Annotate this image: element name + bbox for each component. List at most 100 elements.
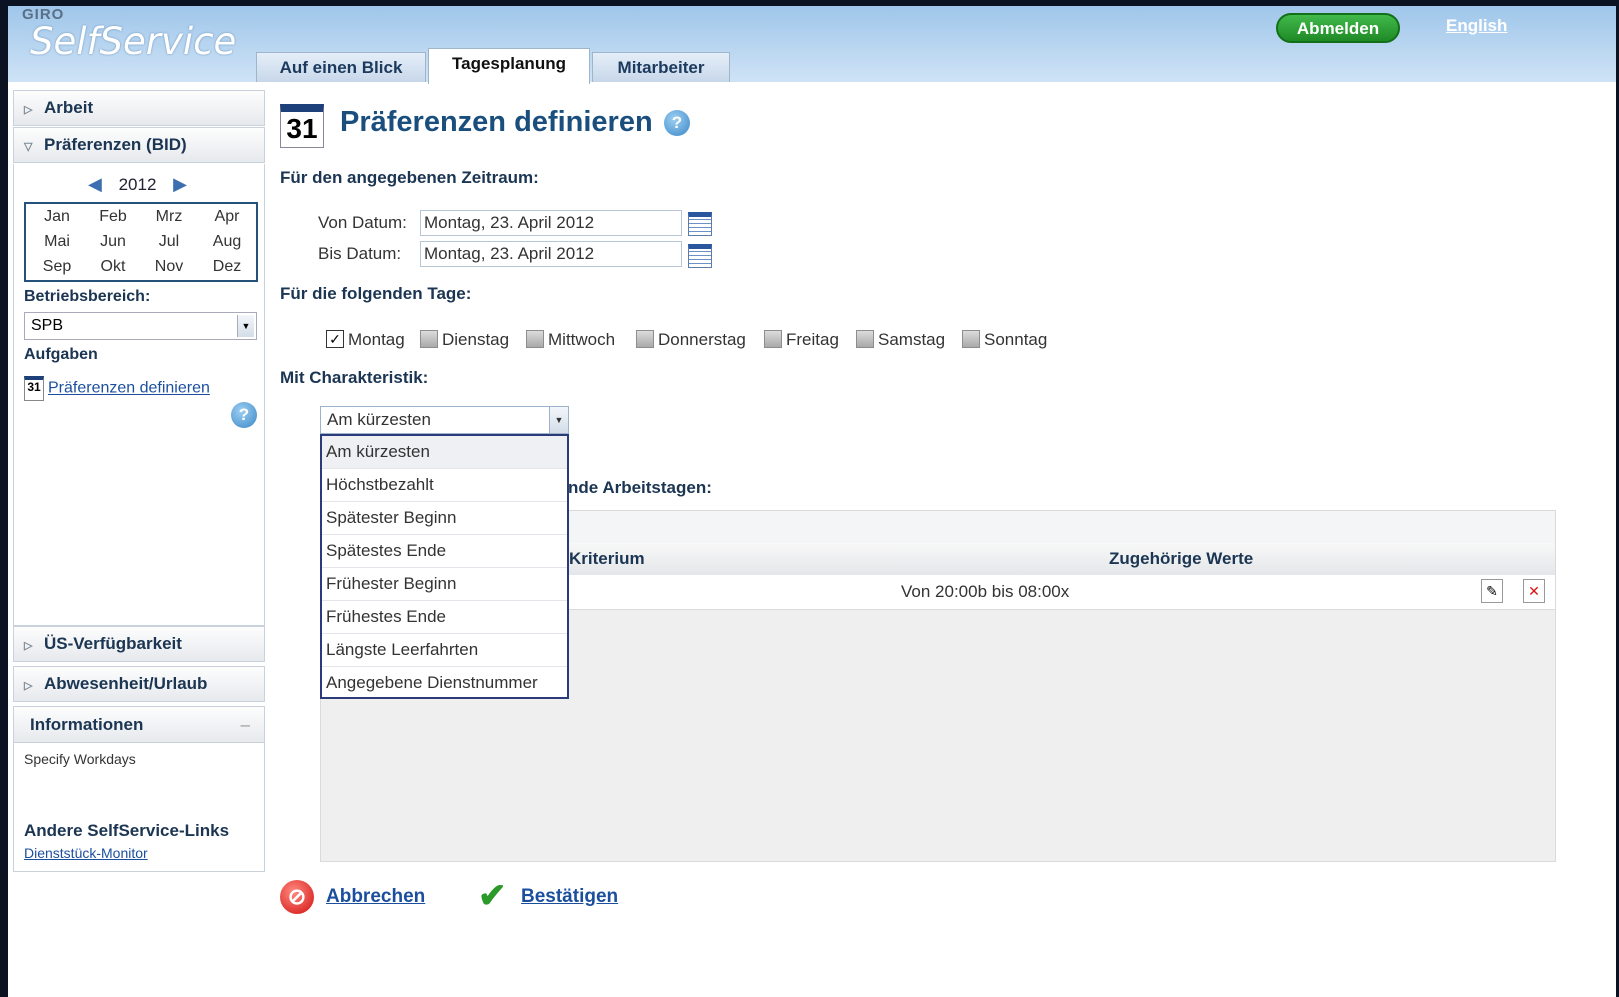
day-checkbox-mittwoch[interactable]: Mittwoch (526, 330, 615, 350)
dienststueck-monitor-link[interactable]: Dienststück-Monitor (24, 845, 148, 861)
month-okt[interactable]: Okt (88, 258, 138, 276)
month-jul[interactable]: Jul (144, 233, 194, 251)
dropdown-option[interactable]: Frühester Beginn (322, 568, 567, 601)
month-jun[interactable]: Jun (88, 233, 138, 251)
prev-year-icon[interactable]: ◀ (88, 174, 102, 194)
day-checkbox-dienstag[interactable]: Dienstag (420, 330, 509, 350)
checkbox-checked-icon[interactable]: ✓ (326, 330, 344, 348)
accordion-praeferenzen[interactable]: ▽ Präferenzen (BID) (13, 127, 265, 163)
tab-auf-einen-blick[interactable]: Auf einen Blick (256, 52, 426, 82)
month-jan[interactable]: Jan (32, 208, 82, 226)
app-header: GIRO SelfService Auf einen Blick Tagespl… (8, 6, 1616, 84)
column-zugehoerige-werte[interactable]: Zugehörige Werte (1109, 549, 1253, 569)
checkbox-icon[interactable] (764, 330, 782, 348)
dropdown-option[interactable]: Frühestes Ende (322, 601, 567, 634)
day-checkbox-donnerstag[interactable]: Donnerstag (636, 330, 746, 350)
expand-triangle-icon: ▷ (24, 680, 33, 692)
year-label: 2012 (118, 175, 157, 194)
expand-triangle-icon: ▷ (24, 640, 33, 652)
dropdown-option[interactable]: Längste Leerfahrten (322, 634, 567, 667)
next-year-icon[interactable]: ▶ (173, 174, 187, 194)
day-label: Sonntag (984, 330, 1048, 349)
month-apr[interactable]: Apr (202, 208, 252, 226)
accordion-label: Abwesenheit/Urlaub (44, 674, 208, 693)
task-link-label: Präferenzen definieren (48, 379, 210, 397)
confirm-button[interactable]: Bestätigen (521, 886, 618, 908)
month-aug[interactable]: Aug (202, 233, 252, 251)
dropdown-option[interactable]: Angegebene Dienstnummer (322, 667, 567, 700)
betriebsbereich-label: Betriebsbereich: (24, 288, 151, 305)
calendar-icon: 31 (24, 376, 44, 401)
section-arbeitstage-label: nde Arbeitstagen: (568, 478, 712, 497)
checkbox-icon[interactable] (636, 330, 654, 348)
day-checkbox-sonntag[interactable]: Sonntag (962, 330, 1047, 350)
column-kriterium[interactable]: Kriterium (569, 549, 645, 569)
dropdown-option[interactable]: Am kürzesten (322, 436, 567, 469)
charakteristik-select[interactable]: Am kürzesten ▼ (320, 406, 569, 434)
day-label: Freitag (786, 330, 839, 349)
day-label: Montag (348, 330, 405, 349)
month-sep[interactable]: Sep (32, 258, 82, 276)
accordion-arbeit[interactable]: ▷ Arbeit (13, 90, 265, 126)
delete-icon[interactable]: ✕ (1523, 579, 1545, 603)
help-icon[interactable]: ? (231, 402, 257, 428)
tab-tagesplanung[interactable]: Tagesplanung (428, 48, 590, 84)
collapse-triangle-icon: ▽ (24, 141, 33, 153)
month-feb[interactable]: Feb (88, 208, 138, 226)
day-label: Mittwoch (548, 330, 616, 349)
calendar-icon: 31 (280, 104, 324, 148)
section-tage-label: Für die folgenden Tage: (280, 284, 472, 303)
dropdown-option[interactable]: Höchstbezahlt (322, 469, 567, 502)
row-value: Von 20:00b bis 08:00x (901, 582, 1070, 601)
task-praeferenzen-link[interactable]: 31 Präferenzen definieren (24, 376, 210, 401)
month-nov[interactable]: Nov (144, 258, 194, 276)
checkmark-icon[interactable]: ✔ (478, 876, 507, 916)
day-label: Dienstag (442, 330, 510, 349)
calendar-picker-icon[interactable] (688, 244, 712, 268)
dropdown-option[interactable]: Spätestes Ende (322, 535, 567, 568)
von-datum-label: Von Datum: (318, 213, 407, 232)
betriebsbereich-select[interactable]: SPB ▼ (24, 312, 257, 340)
collapse-minus-icon[interactable]: – (241, 707, 250, 743)
day-checkbox-freitag[interactable]: Freitag (764, 330, 839, 350)
language-link-english[interactable]: English (1446, 16, 1507, 36)
calendar-picker-icon[interactable] (688, 212, 712, 236)
page-title: Präferenzen definieren (340, 106, 653, 138)
accordion-label: ÜS-Verfügbarkeit (44, 634, 182, 653)
chevron-down-icon[interactable]: ▼ (549, 407, 568, 433)
checkbox-icon[interactable] (420, 330, 438, 348)
month-mrz[interactable]: Mrz (144, 208, 194, 226)
day-label: Samstag (878, 330, 946, 349)
info-panel: Informationen – Specify Workdays Andere … (13, 706, 265, 872)
day-label: Donnerstag (658, 330, 746, 349)
accordion-us-verfuegbarkeit[interactable]: ▷ ÜS-Verfügbarkeit (13, 626, 265, 662)
expand-triangle-icon: ▷ (24, 104, 33, 116)
checkbox-icon[interactable] (962, 330, 980, 348)
checkbox-icon[interactable] (856, 330, 874, 348)
help-icon[interactable]: ? (664, 110, 690, 136)
month-dez[interactable]: Dez (202, 258, 252, 276)
charakteristik-dropdown-list: Am kürzesten Höchstbezahlt Spätester Beg… (320, 434, 569, 699)
section-charakteristik-label: Mit Charakteristik: (280, 368, 429, 387)
accordion-abwesenheit[interactable]: ▷ Abwesenheit/Urlaub (13, 666, 265, 702)
edit-icon[interactable]: ✎ (1481, 579, 1503, 603)
betriebsbereich-value: SPB (31, 317, 64, 334)
month-mai[interactable]: Mai (32, 233, 82, 251)
chevron-down-icon[interactable]: ▼ (237, 315, 254, 337)
bis-datum-label: Bis Datum: (318, 244, 402, 263)
accordion-label: Arbeit (44, 98, 94, 117)
dropdown-option[interactable]: Spätester Beginn (322, 502, 567, 535)
accordion-label: Präferenzen (BID) (44, 135, 187, 154)
cancel-button[interactable]: Abbrechen (326, 886, 425, 908)
bis-datum-input[interactable]: Montag, 23. April 2012 (420, 241, 682, 267)
day-checkbox-samstag[interactable]: Samstag (856, 330, 945, 350)
von-datum-input[interactable]: Montag, 23. April 2012 (420, 210, 682, 236)
info-title: Informationen (30, 715, 144, 734)
aufgaben-label: Aufgaben (24, 346, 98, 363)
logout-button[interactable]: Abmelden (1276, 13, 1400, 43)
checkbox-icon[interactable] (526, 330, 544, 348)
tab-mitarbeiter[interactable]: Mitarbeiter (592, 52, 730, 82)
section-zeitraum-label: Für den angegebenen Zeitraum: (280, 168, 539, 187)
day-checkbox-montag[interactable]: ✓ Montag (326, 330, 405, 350)
cancel-icon[interactable]: ⊘ (280, 880, 314, 914)
